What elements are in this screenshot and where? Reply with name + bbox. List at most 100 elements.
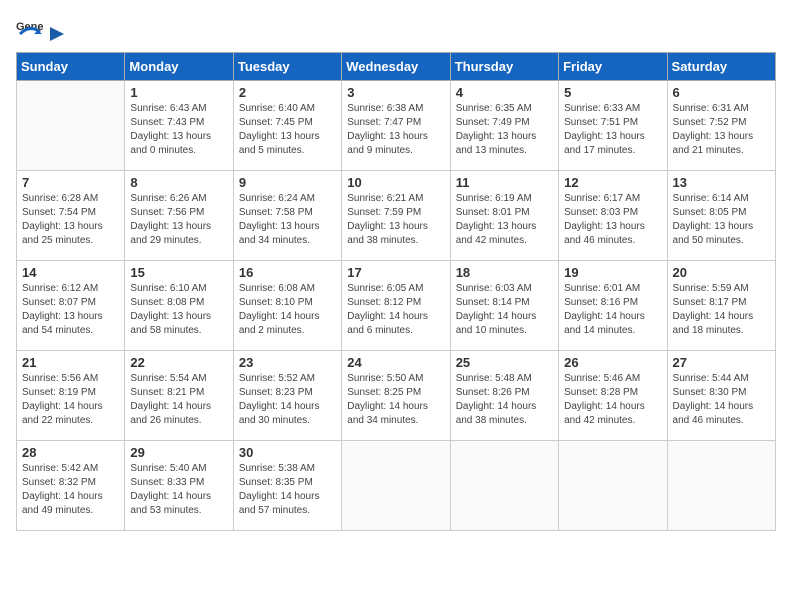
day-info: Sunrise: 6:01 AM Sunset: 8:16 PM Dayligh… xyxy=(564,282,661,338)
day-number: 22 xyxy=(130,355,227,370)
day-number: 16 xyxy=(239,265,336,280)
day-number: 27 xyxy=(673,355,770,370)
calendar-cell: 25 Sunrise: 5:48 AM Sunset: 8:26 PM Dayli… xyxy=(450,351,558,441)
day-info: Sunrise: 5:56 AM Sunset: 8:19 PM Dayligh… xyxy=(22,372,119,428)
calendar-cell: 16 Sunrise: 6:08 AM Sunset: 8:10 PM Dayli… xyxy=(233,261,341,351)
day-number: 28 xyxy=(22,445,119,460)
calendar-cell: 13 Sunrise: 6:14 AM Sunset: 8:05 PM Dayli… xyxy=(667,171,775,261)
day-number: 17 xyxy=(347,265,444,280)
day-info: Sunrise: 6:43 AM Sunset: 7:43 PM Dayligh… xyxy=(130,102,227,158)
logo-arrow-icon xyxy=(48,23,66,45)
day-number: 19 xyxy=(564,265,661,280)
day-number: 11 xyxy=(456,175,553,190)
calendar-cell: 6Sunrise: 6:31 AM Sunset: 7:52 PM Daylig… xyxy=(667,81,775,171)
day-info: Sunrise: 5:46 AM Sunset: 8:28 PM Dayligh… xyxy=(564,372,661,428)
day-info: Sunrise: 5:48 AM Sunset: 8:26 PM Dayligh… xyxy=(456,372,553,428)
calendar-cell: 7 Sunrise: 6:28 AM Sunset: 7:54 PM Daylig… xyxy=(17,171,125,261)
day-info: Sunrise: 6:03 AM Sunset: 8:14 PM Dayligh… xyxy=(456,282,553,338)
day-info: Sunrise: 5:52 AM Sunset: 8:23 PM Dayligh… xyxy=(239,372,336,428)
calendar-cell: 2 Sunrise: 6:40 AM Sunset: 7:45 PM Daylig… xyxy=(233,81,341,171)
calendar-cell: 4 Sunrise: 6:35 AM Sunset: 7:49 PM Daylig… xyxy=(450,81,558,171)
calendar-cell: 5 Sunrise: 6:33 AM Sunset: 7:51 PM Daylig… xyxy=(559,81,667,171)
day-info: Sunrise: 5:54 AM Sunset: 8:21 PM Dayligh… xyxy=(130,372,227,428)
day-number: 20 xyxy=(673,265,770,280)
day-number: 3 xyxy=(347,85,444,100)
day-number: 15 xyxy=(130,265,227,280)
day-number: 8 xyxy=(130,175,227,190)
day-info: Sunrise: 6:31 AM Sunset: 7:52 PM Dayligh… xyxy=(673,102,770,158)
day-number: 29 xyxy=(130,445,227,460)
calendar-cell: 24 Sunrise: 5:50 AM Sunset: 8:25 PM Dayli… xyxy=(342,351,450,441)
calendar-cell: 1 Sunrise: 6:43 AM Sunset: 7:43 PM Daylig… xyxy=(125,81,233,171)
calendar-cell xyxy=(450,441,558,531)
day-number: 2 xyxy=(239,85,336,100)
calendar-cell: 20 Sunrise: 5:59 AM Sunset: 8:17 PM Dayli… xyxy=(667,261,775,351)
calendar-cell: 27 Sunrise: 5:44 AM Sunset: 8:30 PM Dayli… xyxy=(667,351,775,441)
calendar-cell xyxy=(342,441,450,531)
day-info: Sunrise: 6:14 AM Sunset: 8:05 PM Dayligh… xyxy=(673,192,770,248)
calendar-cell: 10 Sunrise: 6:21 AM Sunset: 7:59 PM Dayli… xyxy=(342,171,450,261)
weekday-header-tuesday: Tuesday xyxy=(233,53,341,81)
day-info: Sunrise: 5:42 AM Sunset: 8:32 PM Dayligh… xyxy=(22,462,119,518)
page-header: General xyxy=(16,16,776,44)
calendar-cell: 18 Sunrise: 6:03 AM Sunset: 8:14 PM Dayli… xyxy=(450,261,558,351)
day-info: Sunrise: 6:35 AM Sunset: 7:49 PM Dayligh… xyxy=(456,102,553,158)
day-number: 23 xyxy=(239,355,336,370)
weekday-header-wednesday: Wednesday xyxy=(342,53,450,81)
day-number: 9 xyxy=(239,175,336,190)
day-number: 24 xyxy=(347,355,444,370)
day-number: 1 xyxy=(130,85,227,100)
weekday-header-monday: Monday xyxy=(125,53,233,81)
day-info: Sunrise: 5:44 AM Sunset: 8:30 PM Dayligh… xyxy=(673,372,770,428)
day-number: 13 xyxy=(673,175,770,190)
calendar-cell: 12 Sunrise: 6:17 AM Sunset: 8:03 PM Dayli… xyxy=(559,171,667,261)
logo: General xyxy=(16,16,66,44)
calendar-cell: 9 Sunrise: 6:24 AM Sunset: 7:58 PM Daylig… xyxy=(233,171,341,261)
calendar-cell: 19 Sunrise: 6:01 AM Sunset: 8:16 PM Dayli… xyxy=(559,261,667,351)
weekday-header-friday: Friday xyxy=(559,53,667,81)
weekday-header-thursday: Thursday xyxy=(450,53,558,81)
day-info: Sunrise: 6:40 AM Sunset: 7:45 PM Dayligh… xyxy=(239,102,336,158)
calendar-cell: 3 Sunrise: 6:38 AM Sunset: 7:47 PM Daylig… xyxy=(342,81,450,171)
day-info: Sunrise: 6:33 AM Sunset: 7:51 PM Dayligh… xyxy=(564,102,661,158)
calendar-cell: 21 Sunrise: 5:56 AM Sunset: 8:19 PM Dayli… xyxy=(17,351,125,441)
day-number: 18 xyxy=(456,265,553,280)
day-info: Sunrise: 6:10 AM Sunset: 8:08 PM Dayligh… xyxy=(130,282,227,338)
calendar-cell: 26 Sunrise: 5:46 AM Sunset: 8:28 PM Dayli… xyxy=(559,351,667,441)
day-info: Sunrise: 6:28 AM Sunset: 7:54 PM Dayligh… xyxy=(22,192,119,248)
day-info: Sunrise: 6:05 AM Sunset: 8:12 PM Dayligh… xyxy=(347,282,444,338)
day-info: Sunrise: 5:50 AM Sunset: 8:25 PM Dayligh… xyxy=(347,372,444,428)
day-info: Sunrise: 6:17 AM Sunset: 8:03 PM Dayligh… xyxy=(564,192,661,248)
day-info: Sunrise: 5:38 AM Sunset: 8:35 PM Dayligh… xyxy=(239,462,336,518)
day-number: 10 xyxy=(347,175,444,190)
day-number: 21 xyxy=(22,355,119,370)
calendar-cell: 29 Sunrise: 5:40 AM Sunset: 8:33 PM Dayli… xyxy=(125,441,233,531)
day-number: 14 xyxy=(22,265,119,280)
day-info: Sunrise: 6:12 AM Sunset: 8:07 PM Dayligh… xyxy=(22,282,119,338)
day-info: Sunrise: 6:24 AM Sunset: 7:58 PM Dayligh… xyxy=(239,192,336,248)
calendar-cell xyxy=(667,441,775,531)
weekday-header-sunday: Sunday xyxy=(17,53,125,81)
day-info: Sunrise: 6:08 AM Sunset: 8:10 PM Dayligh… xyxy=(239,282,336,338)
day-number: 5 xyxy=(564,85,661,100)
day-number: 25 xyxy=(456,355,553,370)
calendar-cell: 14 Sunrise: 6:12 AM Sunset: 8:07 PM Dayli… xyxy=(17,261,125,351)
day-number: 4 xyxy=(456,85,553,100)
calendar-cell: 17 Sunrise: 6:05 AM Sunset: 8:12 PM Dayli… xyxy=(342,261,450,351)
calendar-cell xyxy=(559,441,667,531)
day-number: 7 xyxy=(22,175,119,190)
calendar-cell: 11 Sunrise: 6:19 AM Sunset: 8:01 PM Dayli… xyxy=(450,171,558,261)
day-info: Sunrise: 6:21 AM Sunset: 7:59 PM Dayligh… xyxy=(347,192,444,248)
calendar-cell: 22 Sunrise: 5:54 AM Sunset: 8:21 PM Dayli… xyxy=(125,351,233,441)
day-info: Sunrise: 5:59 AM Sunset: 8:17 PM Dayligh… xyxy=(673,282,770,338)
calendar-table: SundayMondayTuesdayWednesdayThursdayFrid… xyxy=(16,52,776,531)
calendar-cell: 23 Sunrise: 5:52 AM Sunset: 8:23 PM Dayli… xyxy=(233,351,341,441)
calendar-cell: 28 Sunrise: 5:42 AM Sunset: 8:32 PM Dayli… xyxy=(17,441,125,531)
day-info: Sunrise: 5:40 AM Sunset: 8:33 PM Dayligh… xyxy=(130,462,227,518)
calendar-cell: 30Sunrise: 5:38 AM Sunset: 8:35 PM Dayli… xyxy=(233,441,341,531)
day-info: Sunrise: 6:26 AM Sunset: 7:56 PM Dayligh… xyxy=(130,192,227,248)
day-info: Sunrise: 6:19 AM Sunset: 8:01 PM Dayligh… xyxy=(456,192,553,248)
day-info: Sunrise: 6:38 AM Sunset: 7:47 PM Dayligh… xyxy=(347,102,444,158)
day-number: 12 xyxy=(564,175,661,190)
day-number: 26 xyxy=(564,355,661,370)
